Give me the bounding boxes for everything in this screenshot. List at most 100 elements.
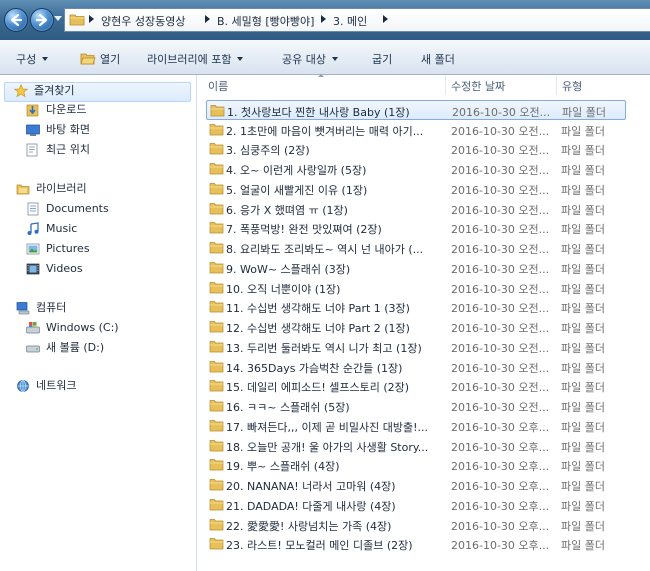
column-header-name[interactable]: 이름 <box>208 78 228 94</box>
file-row[interactable]: 16. ㅋㅋ~ 스플래쉬 (5장) 2016-10-30 오전... 파일 폴더 <box>206 396 626 416</box>
file-row[interactable]: 15. 데일리 에피소드! 셀프스토리 (2장) 2016-10-30 오전...… <box>206 376 626 396</box>
file-row[interactable]: 23. 라스트! 모노컬러 메인 디졸브 (2장) 2016-10-30 오후..… <box>206 534 626 554</box>
share-with-label: 공유 대상 <box>282 53 326 66</box>
forward-button[interactable] <box>30 8 54 32</box>
folder-icon <box>209 479 224 491</box>
nav-label: Documents <box>46 202 109 215</box>
open-label: 열기 <box>100 53 121 66</box>
file-row[interactable]: 4. 오~ 이런게 사랑일까 (5장) 2016-10-30 오전... 파일 폴더 <box>206 159 626 179</box>
file-row[interactable]: 8. 요리봐도 조리봐도~ 역시 넌 내아가 (... 2016-10-30 오전… <box>206 238 626 258</box>
file-type: 파일 폴더 <box>561 223 605 236</box>
burn-label: 굽기 <box>372 53 393 66</box>
file-date: 2016-10-30 오전... <box>451 184 550 197</box>
file-row[interactable]: 11. 수십번 생각해도 너야 Part 1 (3장) 2016-10-30 오전… <box>206 297 626 317</box>
file-row[interactable]: 21. DADADA! 다줄게 내사랑 (4장) 2016-10-30 오후...… <box>206 495 626 515</box>
file-name: 10. 오직 너뿐이야 (1장) <box>226 283 341 296</box>
file-date: 2016-10-30 오전... <box>451 302 550 315</box>
back-button[interactable] <box>4 8 28 32</box>
downloads-folder-icon <box>26 104 39 117</box>
file-type: 파일 폴더 <box>561 204 605 217</box>
file-type: 파일 폴더 <box>561 283 605 296</box>
folder-icon <box>209 203 224 215</box>
nav-label: 바탕 화면 <box>46 123 90 136</box>
file-row[interactable]: 20. NANANA! 너라서 고마워 (4장) 2016-10-30 오후...… <box>206 475 626 495</box>
folder-icon <box>209 242 224 254</box>
share-with-button[interactable]: 공유 대상 <box>282 51 338 67</box>
folder-icon <box>210 105 225 117</box>
file-row[interactable]: 17. 빠져든다,,, 이제 곧 비밀사진 대방출!... 2016-10-30 … <box>206 416 626 436</box>
file-name: 15. 데일리 에피소드! 셀프스토리 (2장) <box>226 381 410 394</box>
file-date: 2016-10-30 오후... <box>451 480 550 493</box>
file-row[interactable]: 1. 첫사랑보다 찐한 내사랑 Baby (1장) 2016-10-30 오전..… <box>206 100 626 120</box>
breadcrumb-separator[interactable] <box>383 15 388 23</box>
breadcrumb-item[interactable]: 3. 메인 <box>333 13 367 29</box>
breadcrumb-item[interactable]: 양현우 성장동영상 <box>101 13 185 29</box>
include-library-label: 라이브러리에 포함 <box>147 53 232 66</box>
file-name: 18. 오늘만 공개! 울 아가의 사생활 Story... <box>226 441 429 454</box>
file-type: 파일 폴더 <box>561 144 605 157</box>
folder-icon <box>209 361 224 373</box>
open-button[interactable]: 열기 <box>80 51 120 67</box>
recent-pages-dropdown[interactable] <box>54 16 62 21</box>
new-folder-label: 새 폴더 <box>421 53 455 66</box>
burn-button[interactable]: 굽기 <box>372 51 392 67</box>
file-type: 파일 폴더 <box>561 421 605 434</box>
breadcrumb-item[interactable]: B. 세밀형 [빵야빵야] <box>217 13 314 29</box>
file-name: 16. ㅋㅋ~ 스플래쉬 (5장) <box>226 401 350 414</box>
file-type: 파일 폴더 <box>562 106 606 119</box>
file-date: 2016-10-30 오전... <box>451 263 550 276</box>
file-row[interactable]: 19. 뿌~ 스플래쉬 (4장) 2016-10-30 오후... 파일 폴더 <box>206 455 626 475</box>
file-row[interactable]: 2. 1초만에 마음이 뺏겨버리는 매력 아기... 2016-10-30 오전.… <box>206 120 626 140</box>
file-row[interactable]: 18. 오늘만 공개! 울 아가의 사생활 Story... 2016-10-30… <box>206 436 626 456</box>
column-header-date[interactable]: 수정한 날짜 <box>451 78 505 94</box>
folder-icon <box>209 400 224 412</box>
folder-icon <box>209 124 224 136</box>
file-row[interactable]: 14. 365Days 가슴벅찬 순간들 (1장) 2016-10-30 오전..… <box>206 357 626 377</box>
nav-label: 새 볼륨 (D:) <box>46 341 105 354</box>
file-row[interactable]: 3. 심쿵주의 (2장) 2016-10-30 오전... 파일 폴더 <box>206 139 626 159</box>
file-row[interactable]: 13. 두리번 둘러봐도 역시 니가 최고 (1장) 2016-10-30 오전.… <box>206 337 626 357</box>
address-box[interactable]: 양현우 성장동영상 B. 세밀형 [빵야빵야] 3. 메인 <box>64 8 650 32</box>
file-type: 파일 폴더 <box>561 125 605 138</box>
nav-label: Windows (C:) <box>46 321 119 334</box>
file-row[interactable]: 22. 愛愛愛! 사랑넘치는 가족 (4장) 2016-10-30 오후... 파일… <box>206 515 626 535</box>
file-row[interactable]: 7. 폭풍먹방! 완전 맛있쪄여 (2장) 2016-10-30 오전... 파일 … <box>206 218 626 238</box>
new-folder-button[interactable]: 새 폴더 <box>421 51 455 67</box>
file-type: 파일 폴더 <box>561 520 605 533</box>
breadcrumb-separator[interactable] <box>321 15 326 23</box>
open-folder-icon <box>80 53 96 65</box>
folder-icon <box>209 499 224 511</box>
folder-icon <box>209 420 224 432</box>
back-arrow-icon <box>10 13 23 27</box>
file-date: 2016-10-30 오전... <box>451 125 550 138</box>
breadcrumb-separator[interactable] <box>205 15 210 23</box>
file-row[interactable]: 6. 응가 X 했뗘염 ㅠ (1장) 2016-10-30 오전... 파일 폴더 <box>206 199 626 219</box>
file-type: 파일 폴더 <box>561 480 605 493</box>
file-name: 17. 빠져든다,,, 이제 곧 비밀사진 대방출!... <box>226 421 429 434</box>
column-separator[interactable] <box>445 75 446 95</box>
column-header-type[interactable]: 유형 <box>562 78 582 94</box>
column-separator[interactable] <box>556 75 557 95</box>
file-name: 3. 심쿵주의 (2장) <box>226 144 310 157</box>
folder-icon <box>209 440 224 452</box>
file-type: 파일 폴더 <box>561 302 605 315</box>
file-name: 8. 요리봐도 조리봐도~ 역시 넌 내아가 (... <box>226 243 424 256</box>
documents-icon <box>27 202 39 216</box>
file-type: 파일 폴더 <box>561 243 605 256</box>
file-name: 7. 폭풍먹방! 완전 맛있쪄여 (2장) <box>226 223 382 236</box>
nav-label: 다운로드 <box>46 103 87 116</box>
file-row[interactable]: 10. 오직 너뿐이야 (1장) 2016-10-30 오전... 파일 폴더 <box>206 278 626 298</box>
breadcrumb-separator[interactable] <box>89 15 94 23</box>
file-type: 파일 폴더 <box>561 460 605 473</box>
include-in-library-button[interactable]: 라이브러리에 포함 <box>147 51 244 67</box>
file-row[interactable]: 9. WoW~ 스플래쉬 (3장) 2016-10-30 오전... 파일 폴더 <box>206 258 626 278</box>
folder-icon <box>209 301 224 313</box>
folder-icon <box>209 143 224 155</box>
file-type: 파일 폴더 <box>561 342 605 355</box>
file-date: 2016-10-30 오전... <box>451 223 550 236</box>
file-row[interactable]: 5. 얼굴이 새빨게진 이유 (1장) 2016-10-30 오전... 파일 폴더 <box>206 179 626 199</box>
file-date: 2016-10-30 오후... <box>451 460 550 473</box>
organize-button[interactable]: 구성 <box>16 51 49 67</box>
file-row[interactable]: 12. 수십번 생각해도 너야 Part 2 (1장) 2016-10-30 오전… <box>206 317 626 337</box>
file-type: 파일 폴더 <box>561 184 605 197</box>
